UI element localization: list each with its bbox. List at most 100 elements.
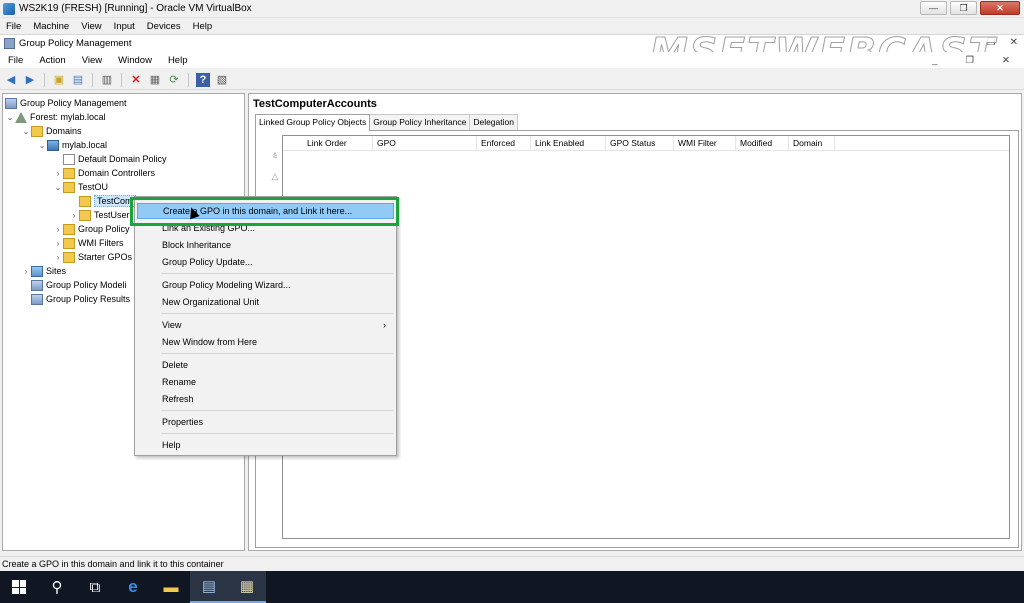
tree-item-domains[interactable]: ⌄ Domains [21, 124, 82, 138]
ctx-properties[interactable]: Properties [137, 414, 394, 430]
tab-gp-inheritance[interactable]: Group Policy Inheritance [369, 114, 471, 131]
menu-help[interactable]: Help [187, 21, 219, 32]
expand-chevron-icon[interactable]: › [69, 211, 79, 220]
tree-item-starter-gpos[interactable]: › Starter GPOs [53, 250, 132, 264]
back-arrow-icon[interactable]: ◀ [4, 73, 18, 87]
tree-item-testou[interactable]: ⌄ TestOU [53, 180, 108, 194]
file-explorer-icon[interactable]: ▬ [152, 571, 190, 603]
menu-devices[interactable]: Devices [141, 21, 187, 32]
collapse-chevron-icon[interactable]: ⌄ [37, 141, 47, 150]
col-modified[interactable]: Modified [736, 136, 789, 150]
mdi-restore-icon[interactable]: ❐ [958, 55, 983, 66]
ctx-view[interactable]: View › [137, 317, 394, 333]
tree-item-testcomputeraccounts[interactable]: TestCom [69, 194, 136, 208]
forward-arrow-icon[interactable]: ▶ [23, 73, 37, 87]
start-button[interactable] [0, 571, 38, 603]
ctx-help[interactable]: Help [137, 437, 394, 453]
ctx-gp-modeling-wizard[interactable]: Group Policy Modeling Wizard... [137, 277, 394, 293]
menu-separator [161, 313, 393, 314]
internet-explorer-icon[interactable]: e [114, 571, 152, 603]
expand-chevron-icon[interactable]: › [53, 239, 63, 248]
delete-icon[interactable]: ✕ [129, 73, 143, 87]
collapse-chevron-icon[interactable]: ⌄ [53, 183, 63, 192]
ctx-new-window[interactable]: New Window from Here [137, 334, 394, 350]
ctx-refresh[interactable]: Refresh [137, 391, 394, 407]
gpm-taskbar-icon[interactable]: ▦ [228, 571, 266, 603]
server-manager-icon[interactable]: ▤ [190, 571, 228, 603]
tab-delegation[interactable]: Delegation [469, 114, 518, 131]
mdi-close-icon[interactable]: ✕ [994, 55, 1018, 66]
ctx-block-inheritance[interactable]: Block Inheritance [137, 237, 394, 253]
expand-chevron-icon[interactable]: › [53, 253, 63, 262]
tree-item-gp-modeling[interactable]: Group Policy Modeli [31, 278, 127, 292]
tree-item-domain-mylab[interactable]: ⌄ mylab.local [37, 138, 107, 152]
tree-item-testuser[interactable]: › TestUser [69, 208, 130, 222]
tree-item-group-policy-objects[interactable]: › Group Policy [53, 222, 130, 236]
ctx-gp-update[interactable]: Group Policy Update... [137, 254, 394, 270]
expand-chevron-icon[interactable]: › [53, 169, 63, 178]
col-link-order[interactable]: Link Order [283, 136, 373, 150]
task-view-icon[interactable]: ⧉ [76, 571, 114, 603]
gpm-menu-file[interactable]: File [0, 55, 31, 66]
tree-item-label: Group Policy Results [46, 294, 131, 304]
tree-item-forest[interactable]: ⌄ Forest: mylab.local [5, 110, 106, 124]
gpm-menubar: File Action View Window Help _ ❐ ✕ [0, 52, 1024, 68]
maximize-button[interactable]: ❐ [950, 1, 977, 15]
col-gpo-status[interactable]: GPO Status [606, 136, 674, 150]
tree-item-label: Domains [46, 126, 82, 136]
menu-separator [161, 433, 393, 434]
toolbar: ◀ ▶ ▣ ▤ ▥ ✕ ▦ ⟳ ? ▧ [0, 70, 1024, 90]
show-hide-tree-icon[interactable]: ▤ [71, 73, 85, 87]
col-enforced[interactable]: Enforced [477, 136, 531, 150]
tree-item-default-domain-policy[interactable]: Default Domain Policy [63, 152, 167, 166]
refresh-icon[interactable]: ⟳ [167, 73, 181, 87]
tree-item-label: Forest: mylab.local [30, 112, 106, 122]
gpm-menu-view[interactable]: View [74, 55, 110, 66]
expand-chevron-icon[interactable]: › [53, 225, 63, 234]
tree-item-domain-controllers[interactable]: › Domain Controllers [53, 166, 155, 180]
expand-chevron-icon[interactable]: › [21, 267, 31, 276]
ctx-create-gpo-link[interactable]: Create a GPO in this domain, and Link it… [137, 203, 394, 219]
close-button[interactable]: ✕ [980, 1, 1020, 15]
ou-icon [79, 195, 91, 207]
minimize-button[interactable]: — [920, 1, 947, 15]
gpm-close-icon[interactable]: ✕ [1010, 37, 1018, 48]
col-gpo[interactable]: GPO [373, 136, 477, 150]
ctx-delete[interactable]: Delete [137, 357, 394, 373]
col-wmi-filter[interactable]: WMI Filter [674, 136, 736, 150]
toolbar-separator [188, 72, 189, 87]
mdi-minimize-icon[interactable]: _ [924, 55, 945, 66]
tree-item-wmi-filters[interactable]: › WMI Filters [53, 236, 124, 250]
gpm-menu-window[interactable]: Window [110, 55, 160, 66]
ctx-rename[interactable]: Rename [137, 374, 394, 390]
mdi-child-controls: _ ❐ ✕ [924, 55, 1018, 66]
show-action-pane-icon[interactable]: ▧ [215, 73, 229, 87]
properties-icon[interactable]: ▦ [148, 73, 162, 87]
col-link-enabled[interactable]: Link Enabled [531, 136, 606, 150]
tree-item-sites[interactable]: › Sites [21, 264, 66, 278]
collapse-chevron-icon[interactable]: ⌄ [5, 113, 15, 122]
help-icon[interactable]: ? [196, 72, 210, 87]
tree-item-gpm-root[interactable]: Group Policy Management [5, 96, 127, 110]
menu-file[interactable]: File [0, 21, 27, 32]
menu-input[interactable]: Input [108, 21, 141, 32]
menu-machine[interactable]: Machine [27, 21, 75, 32]
gpm-menu-action[interactable]: Action [31, 55, 73, 66]
details-title: TestComputerAccounts [253, 98, 377, 110]
gpm-menu-help[interactable]: Help [160, 55, 196, 66]
ou-icon [63, 181, 75, 193]
tree-item-gp-results[interactable]: Group Policy Results [31, 292, 130, 306]
collapse-chevron-icon[interactable]: ⌄ [21, 127, 31, 136]
search-icon[interactable]: ⚲ [38, 571, 76, 603]
up-folder-icon[interactable]: ▣ [52, 73, 66, 87]
folder-icon [63, 237, 75, 249]
gpm-icon [31, 293, 43, 305]
ctx-new-ou[interactable]: New Organizational Unit [137, 294, 394, 310]
col-domain[interactable]: Domain [789, 136, 835, 150]
ctx-link-existing-gpo[interactable]: Link an Existing GPO... [137, 220, 394, 236]
clipboard-icon[interactable]: ▥ [100, 73, 114, 87]
gpm-restore-icon[interactable]: ❐ [987, 37, 996, 48]
tab-linked-gpos[interactable]: Linked Group Policy Objects [255, 114, 371, 131]
menu-view[interactable]: View [75, 21, 107, 32]
forest-icon [15, 111, 27, 123]
